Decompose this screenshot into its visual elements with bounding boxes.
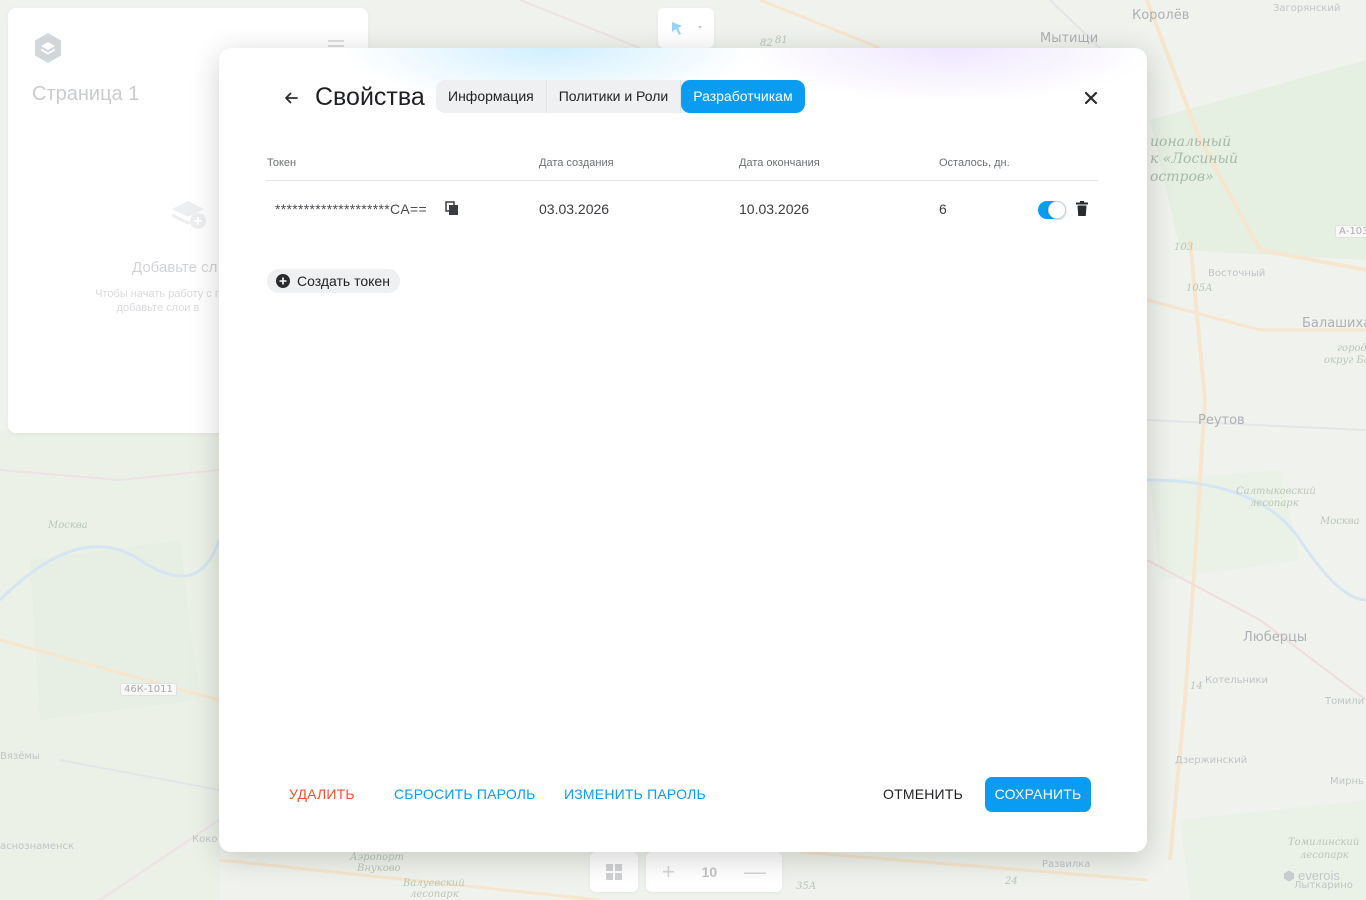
tab-policies-roles[interactable]: Политики и Роли — [547, 80, 682, 113]
column-header-days-left: Осталось, дн. — [939, 157, 1010, 169]
properties-tabs: Информация Политики и Роли Разработчикам — [436, 80, 805, 113]
save-button[interactable]: СОХРАНИТЬ — [985, 777, 1091, 812]
copy-icon[interactable] — [445, 201, 459, 216]
back-button[interactable] — [281, 88, 301, 108]
token-value: ********************CA== — [275, 201, 427, 217]
table-row: ********************CA== 03.03.2026 10.0… — [266, 181, 1098, 237]
table-header: Токен Дата создания Дата окончания Остал… — [266, 156, 1098, 181]
create-token-label: Создать токен — [297, 273, 390, 289]
token-enabled-toggle[interactable] — [1038, 201, 1066, 219]
delete-token-icon[interactable] — [1076, 201, 1088, 216]
properties-dialog: Свойства Информация Политики и Роли Разр… — [219, 48, 1147, 852]
column-header-token: Токен — [267, 157, 297, 169]
tab-information[interactable]: Информация — [436, 80, 547, 113]
column-header-expires: Дата окончания — [739, 157, 820, 169]
close-icon — [1084, 91, 1098, 105]
toggle-knob — [1048, 201, 1066, 219]
tokens-table: Токен Дата создания Дата окончания Остал… — [266, 156, 1098, 237]
close-button[interactable] — [1083, 90, 1099, 106]
arrow-left-icon — [285, 92, 298, 104]
token-days-left: 6 — [939, 201, 947, 217]
dialog-title: Свойства — [315, 83, 425, 111]
tab-developers[interactable]: Разработчикам — [681, 80, 805, 113]
token-created-date: 03.03.2026 — [539, 201, 610, 217]
cancel-button[interactable]: ОТМЕНИТЬ — [883, 777, 963, 812]
token-expiry-date: 10.03.2026 — [739, 201, 810, 217]
change-password-button[interactable]: ИЗМЕНИТЬ ПАРОЛЬ — [564, 777, 706, 812]
delete-button[interactable]: УДАЛИТЬ — [289, 777, 355, 812]
column-header-created: Дата создания — [539, 157, 614, 169]
reset-password-button[interactable]: СБРОСИТЬ ПАРОЛЬ — [394, 777, 536, 812]
plus-circle-icon — [276, 274, 290, 288]
create-token-button[interactable]: Создать токен — [267, 269, 400, 293]
